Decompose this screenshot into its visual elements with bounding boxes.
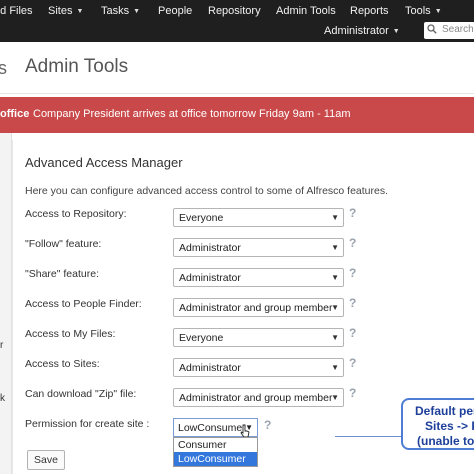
search-placeholder: Search [442, 24, 474, 35]
select-value: Administrator and group member [179, 392, 333, 404]
section-title: Advanced Access Manager [25, 155, 183, 170]
select-value: Administrator [179, 362, 241, 374]
search-input[interactable]: Search [424, 22, 474, 39]
zip-download-label: Can download "Zip" file: [25, 388, 137, 400]
nav-my-files-label: Files [9, 5, 33, 17]
nav-repository[interactable]: Repository [208, 2, 261, 20]
chevron-down-icon: ▼ [331, 393, 339, 402]
help-icon[interactable]: ? [349, 236, 356, 250]
banner-label: office [0, 108, 30, 120]
user-bar: Administrator ▼ [0, 22, 474, 40]
nav-admin-tools-label: Admin Tools [276, 5, 336, 17]
select-value: Administrator and group member [179, 302, 333, 314]
nav-reports[interactable]: Reports [350, 2, 389, 20]
banner-message: Company President arrives at office tomo… [33, 108, 351, 120]
nav-sites-label: Sites [48, 5, 73, 17]
chevron-down-icon: ▼ [331, 213, 339, 222]
chevron-down-icon: ▼ [331, 273, 339, 282]
nav-repository-label: Repository [208, 5, 261, 17]
help-icon[interactable]: ? [349, 386, 356, 400]
callout-note: Default per Sites -> R (unable to [401, 398, 474, 450]
create-site-dropdown-list: Consumer LowConsumer [173, 437, 258, 467]
chevron-down-icon: ▼ [331, 333, 339, 342]
dropdown-option-lowconsumer[interactable]: LowConsumer [174, 452, 257, 466]
nav-people-label: People [158, 5, 193, 17]
nav-sites[interactable]: Sites ▼ [48, 2, 83, 21]
help-icon[interactable]: ? [349, 266, 356, 280]
mouse-cursor-icon [240, 424, 250, 438]
announcement-banner: office Company President arrives at offi… [0, 97, 474, 133]
select-value: Everyone [179, 212, 224, 224]
nav-menu: ed Files Sites▼ Tasks▼ People Repository… [0, 2, 474, 20]
callout-line-3: (unable to [417, 434, 474, 448]
callout-line-2: Sites -> R [425, 419, 474, 433]
nav-my-files-prefix: ed [0, 5, 7, 17]
page-title: Admin Tools [25, 56, 129, 77]
people-finder-select[interactable]: Administrator and group member ▼ [173, 298, 344, 317]
nav-tools-label: Tools [405, 5, 431, 17]
search-icon [427, 24, 437, 34]
help-icon[interactable]: ? [349, 356, 356, 370]
nav-my-files[interactable]: ed Files [0, 2, 33, 20]
title-fragment: s [0, 58, 7, 78]
chevron-down-icon: ▼ [331, 303, 339, 312]
help-icon[interactable]: ? [264, 418, 271, 432]
intro-text: Here you can configure advanced access c… [25, 185, 389, 197]
sidebar-item-fragment[interactable]: r [0, 340, 3, 351]
people-finder-label: Access to People Finder: [25, 298, 142, 310]
my-files-label: Access to My Files: [25, 328, 116, 340]
zip-download-select[interactable]: Administrator and group member ▼ [173, 388, 344, 407]
sites-access-label: Access to Sites: [25, 358, 100, 370]
chevron-down-icon: ▼ [331, 363, 339, 372]
chevron-down-icon: ▼ [133, 8, 141, 15]
nav-tasks-label: Tasks [101, 5, 130, 17]
follow-feature-select[interactable]: Administrator ▼ [173, 238, 344, 257]
select-value: LowConsumer [178, 422, 246, 434]
sidebar-item-fragment[interactable]: k [0, 393, 5, 404]
sidebar: r k [0, 133, 12, 474]
share-feature-select[interactable]: Administrator ▼ [173, 268, 344, 287]
nav-reports-label: Reports [350, 5, 389, 17]
user-menu[interactable]: Administrator ▼ [324, 22, 400, 41]
save-button[interactable]: Save [27, 450, 65, 470]
chevron-down-icon: ▼ [76, 8, 84, 15]
nav-admin-tools[interactable]: Admin Tools [276, 2, 336, 20]
select-value: Everyone [179, 332, 224, 344]
follow-feature-label: "Follow" feature: [25, 238, 102, 250]
create-site-label: Permission for create site : [25, 418, 150, 430]
dropdown-option-consumer[interactable]: Consumer [174, 438, 257, 452]
help-icon[interactable]: ? [349, 296, 356, 310]
help-icon[interactable]: ? [349, 326, 356, 340]
repository-access-label: Access to Repository: [25, 208, 127, 220]
chevron-down-icon: ▼ [392, 28, 400, 35]
callout-line-1: Default per [415, 404, 474, 418]
nav-tools[interactable]: Tools ▼ [405, 2, 442, 21]
callout-connector [335, 436, 401, 437]
top-nav-bar: ed Files Sites▼ Tasks▼ People Repository… [0, 0, 474, 42]
select-value: Administrator [179, 272, 241, 284]
page-header: s Admin Tools [0, 42, 474, 94]
nav-tasks[interactable]: Tasks ▼ [101, 2, 140, 21]
help-icon[interactable]: ? [349, 206, 356, 220]
nav-people[interactable]: People [158, 2, 192, 20]
user-name: Administrator [324, 25, 389, 37]
repository-access-select[interactable]: Everyone ▼ [173, 208, 344, 227]
chevron-down-icon: ▼ [331, 243, 339, 252]
my-files-select[interactable]: Everyone ▼ [173, 328, 344, 347]
sites-access-select[interactable]: Administrator ▼ [173, 358, 344, 377]
chevron-down-icon: ▼ [434, 8, 442, 15]
select-value: Administrator [179, 242, 241, 254]
share-feature-label: "Share" feature: [25, 268, 99, 280]
